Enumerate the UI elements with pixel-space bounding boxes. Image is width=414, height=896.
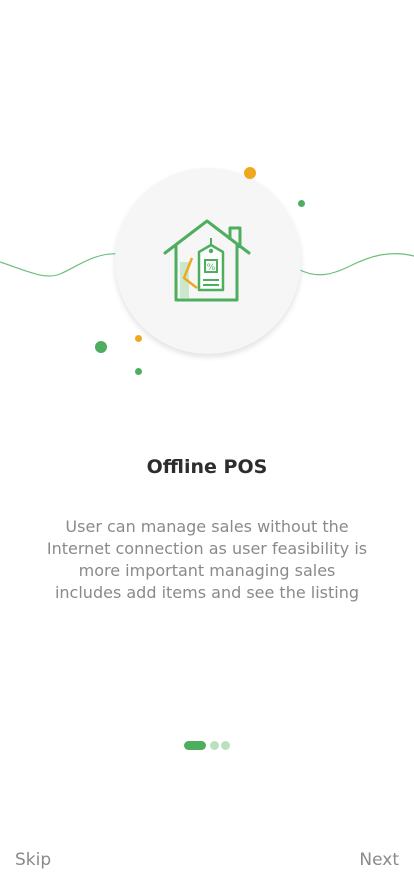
svg-text:%: %: [207, 263, 216, 273]
page-indicator-dot: [210, 741, 219, 750]
decorative-dot: [244, 167, 256, 179]
onboarding-illustration: %: [0, 150, 414, 390]
house-price-tag-icon: %: [163, 219, 251, 302]
decorative-dot: [95, 341, 107, 353]
page-indicator-dot-active: [184, 741, 206, 750]
onboarding-description: User can manage sales without the Intern…: [46, 517, 368, 602]
next-button[interactable]: Next: [359, 850, 399, 870]
skip-button[interactable]: Skip: [15, 850, 51, 870]
onboarding-title: Offline POS: [146, 456, 268, 478]
decorative-dot: [298, 200, 305, 207]
decorative-dot: [135, 335, 142, 342]
page-indicator-dot: [221, 741, 230, 750]
decorative-dot: [135, 368, 142, 375]
